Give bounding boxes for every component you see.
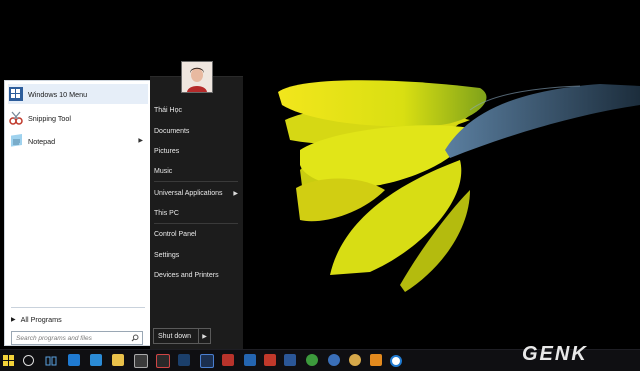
pinned-item-label: Snipping Tool bbox=[28, 113, 72, 123]
start-menu-right-pane: Thái Học Documents Pictures Music Univer… bbox=[150, 61, 243, 349]
pinned-item-label: Windows 10 Menu bbox=[28, 89, 88, 99]
place-label: Pictures bbox=[154, 147, 180, 155]
shutdown-group: Shut down ▶ bbox=[153, 328, 211, 344]
submenu-arrow-icon: ▶ bbox=[138, 138, 143, 144]
shield-icon[interactable] bbox=[222, 354, 234, 366]
pinned-item-notepad[interactable]: Notepad ▶ bbox=[8, 131, 148, 151]
start-menu: Windows 10 Menu Snipping Tool Notepad ▶ … bbox=[2, 61, 243, 349]
place-settings[interactable]: Settings bbox=[154, 249, 240, 261]
circle-app-icon[interactable] bbox=[370, 354, 382, 366]
place-documents[interactable]: Documents bbox=[154, 125, 240, 137]
task-view-icon[interactable] bbox=[45, 355, 57, 367]
search-input[interactable] bbox=[12, 333, 126, 343]
place-label: This PC bbox=[154, 209, 179, 217]
file-explorer-icon[interactable] bbox=[112, 354, 124, 366]
edge-icon[interactable] bbox=[68, 354, 80, 366]
start-button[interactable] bbox=[3, 355, 14, 366]
place-label: Music bbox=[154, 167, 173, 175]
user-name: Thái Học bbox=[154, 106, 183, 114]
avatar[interactable] bbox=[181, 61, 213, 93]
windows10-menu-icon bbox=[9, 87, 23, 101]
place-label: Documents bbox=[154, 127, 190, 135]
app-icon[interactable] bbox=[390, 355, 402, 367]
all-programs-label: All Programs bbox=[20, 314, 62, 324]
place-pictures[interactable]: Pictures bbox=[154, 145, 240, 157]
search-icon[interactable] bbox=[131, 334, 139, 342]
store-icon[interactable] bbox=[134, 354, 148, 368]
start-menu-left-pane: Windows 10 Menu Snipping Tool Notepad ▶ … bbox=[4, 80, 152, 346]
snipping-tool-icon bbox=[9, 111, 23, 125]
place-label: Universal Applications bbox=[154, 189, 223, 197]
shutdown-label: Shut down bbox=[158, 332, 192, 340]
shutdown-options-button[interactable]: ▶ bbox=[198, 329, 210, 343]
shutdown-button[interactable]: Shut down bbox=[154, 329, 198, 343]
place-user-folder[interactable]: Thái Học bbox=[154, 104, 240, 116]
pinned-item-label: Notepad bbox=[28, 136, 56, 146]
place-this-pc[interactable]: This PC bbox=[154, 207, 240, 219]
play-arrow-icon: ▶ bbox=[11, 316, 16, 323]
network-icon[interactable] bbox=[306, 354, 318, 366]
pinned-item-snipping-tool[interactable]: Snipping Tool bbox=[8, 108, 148, 128]
place-control-panel[interactable]: Control Panel bbox=[154, 228, 240, 240]
place-universal-applications[interactable]: Universal Applications ▶ bbox=[154, 187, 240, 199]
cortana-icon[interactable] bbox=[23, 355, 34, 366]
mail-icon[interactable] bbox=[244, 354, 256, 366]
chrome-icon[interactable] bbox=[328, 354, 340, 366]
media-icon[interactable] bbox=[156, 354, 170, 368]
place-devices-and-printers[interactable]: Devices and Printers bbox=[154, 269, 240, 281]
place-music[interactable]: Music bbox=[154, 165, 240, 177]
submenu-arrow-icon: ▶ bbox=[233, 191, 238, 197]
watermark-logo: GENK bbox=[522, 340, 632, 366]
people-icon[interactable] bbox=[90, 354, 102, 366]
all-programs-button[interactable]: ▶ All Programs bbox=[11, 313, 145, 325]
chat-icon[interactable] bbox=[284, 354, 296, 366]
svg-text:GENK: GENK bbox=[522, 343, 588, 364]
word-icon[interactable] bbox=[264, 354, 276, 366]
place-label: Control Panel bbox=[154, 230, 197, 238]
place-label: Settings bbox=[154, 251, 180, 259]
search-box[interactable] bbox=[11, 331, 143, 345]
photoshop-icon[interactable] bbox=[178, 354, 190, 366]
divider bbox=[11, 307, 145, 308]
player-icon[interactable] bbox=[349, 354, 361, 366]
notepad-icon bbox=[11, 134, 22, 147]
filezilla-icon[interactable] bbox=[200, 354, 214, 368]
pinned-item-windows10-menu[interactable]: Windows 10 Menu bbox=[8, 84, 148, 104]
place-label: Devices and Printers bbox=[154, 271, 219, 279]
